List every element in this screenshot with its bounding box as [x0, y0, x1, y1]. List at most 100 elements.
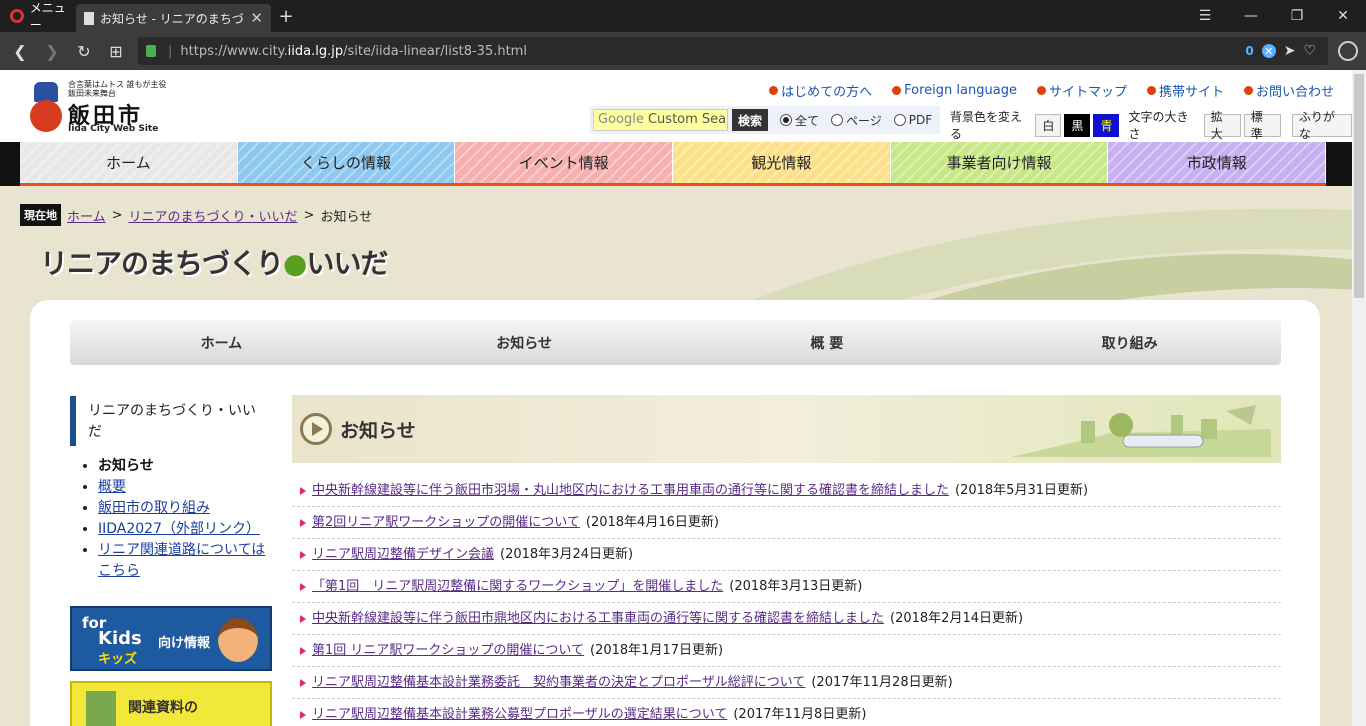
- tab-title: お知らせ - リニアのまちづくり・いいだ: [100, 11, 244, 26]
- news-list: 中央新幹線建設等に伴う飯田市羽場・丸山地区内における工事用車両の通行等に関する確…: [292, 475, 1281, 726]
- opera-menu-button[interactable]: メニュー: [0, 0, 76, 32]
- heart-icon[interactable]: ♡: [1303, 43, 1316, 59]
- adblock-icon[interactable]: ✕: [1261, 44, 1276, 58]
- sidebar-item-iida2027[interactable]: IIDA2027（外部リンク）: [98, 519, 272, 540]
- close-window-icon[interactable]: ✕: [1320, 0, 1366, 32]
- arrow-dot-icon: [1243, 86, 1253, 95]
- breadcrumb-home[interactable]: ホーム: [67, 206, 106, 225]
- logo-english: Iida City Web Site: [68, 124, 159, 134]
- city-logo[interactable]: 合言葉はムトス 誰もが主役 飯田未来舞台 飯田市 Iida City Web S…: [22, 78, 167, 138]
- news-item: リニア駅周辺整備デザイン会議 (2018年3月24日更新): [292, 539, 1281, 571]
- search-input[interactable]: Google Custom Search: [593, 109, 728, 131]
- linear-train-illustration: [1011, 405, 1271, 457]
- news-item: 第2回リニア駅ワークショップの開催について (2018年4月16日更新): [292, 507, 1281, 539]
- breadcrumb: 現在地 ホーム > リニアのまちづくり・いいだ > お知らせ: [20, 204, 372, 226]
- tab-menu-icon[interactable]: ☰: [1182, 0, 1228, 32]
- news-date: (2018年3月13日更新): [729, 579, 863, 594]
- scrollbar-thumb[interactable]: [1354, 74, 1364, 298]
- top-link-contact[interactable]: お問い合わせ: [1243, 81, 1334, 100]
- sub-nav-news[interactable]: お知らせ: [373, 320, 676, 365]
- main-content: お知らせ 中央新幹線建設等に伴う飯田市羽場・丸山地区内における工事用車両の通行等…: [292, 395, 1281, 726]
- news-link[interactable]: リニア駅周辺整備基本設計業務委託 契約事業者の決定とプロポーザル総評について: [312, 675, 805, 690]
- nav-edge-right: [1326, 142, 1352, 186]
- top-links: はじめての方へ Foreign language サイトマップ 携帯サイト お問…: [769, 81, 1334, 100]
- top-link-beginners[interactable]: はじめての方へ: [769, 81, 872, 100]
- search-button[interactable]: 検索: [732, 109, 769, 131]
- close-tab-icon[interactable]: ✕: [250, 9, 263, 27]
- account-icon[interactable]: [1338, 41, 1358, 61]
- news-item: 中央新幹線建設等に伴う飯田市鼎地区内における工事車両の通行等に関する確認書を締結…: [292, 603, 1281, 635]
- site-header: 合言葉はムトス 誰もが主役 飯田未来舞台 飯田市 Iida City Web S…: [0, 70, 1352, 142]
- news-link[interactable]: リニア駅周辺整備デザイン会議: [312, 547, 494, 562]
- sub-nav-initiatives[interactable]: 取り組み: [978, 320, 1281, 365]
- news-item: リニア駅周辺整備基本設計業務公募型プロポーザルの選定結果について (2017年11…: [292, 699, 1281, 726]
- sidebar-item-roads[interactable]: リニア関連道路についてはこちら: [98, 540, 272, 582]
- sidebar-item-overview[interactable]: 概要: [98, 477, 272, 498]
- main-nav-events[interactable]: イベント情報: [455, 142, 674, 183]
- main-nav: ホーム くらしの情報 イベント情報 観光情報 事業者向け情報 市政情報: [20, 142, 1327, 186]
- sidebar-item-initiatives[interactable]: 飯田市の取り組み: [98, 498, 272, 519]
- forward-icon[interactable]: ❯: [36, 32, 68, 70]
- page-scrollbar[interactable]: [1352, 70, 1366, 726]
- furigana-button[interactable]: ふりがな: [1291, 110, 1352, 141]
- main-nav-tourism[interactable]: 観光情報: [673, 142, 891, 183]
- font-larger-button[interactable]: 拡大: [1203, 110, 1241, 141]
- new-tab-button[interactable]: +: [271, 0, 301, 32]
- restore-icon[interactable]: ❐: [1274, 0, 1320, 32]
- sidebar-list: お知らせ 概要 飯田市の取り組み IIDA2027（外部リンク） リニア関連道路…: [98, 456, 272, 582]
- radio-pdf[interactable]: PDF: [893, 113, 932, 127]
- url-field[interactable]: | https://www.city. iida.lg.jp/site/iida-…: [138, 37, 1328, 65]
- site-title[interactable]: リニアのまちづくり●いいだ: [40, 242, 388, 282]
- breadcrumb-linear[interactable]: リニアのまちづくり・いいだ: [129, 206, 298, 225]
- minimize-icon[interactable]: —: [1228, 0, 1274, 32]
- main-nav-business[interactable]: 事業者向け情報: [890, 142, 1109, 183]
- news-link[interactable]: 中央新幹線建設等に伴う飯田市鼎地区内における工事車両の通行等に関する確認書を締結…: [312, 611, 884, 626]
- news-date: (2017年11月28日更新): [811, 675, 953, 690]
- main-nav-living[interactable]: くらしの情報: [237, 142, 456, 183]
- accessibility-tools: 背景色を変える 白 黒 青 文字の大きさ 拡大 標準 ふりがな: [950, 108, 1352, 142]
- news-link[interactable]: リニア駅周辺整備基本設計業務公募型プロポーザルの選定結果について: [312, 707, 727, 722]
- kid-face-icon: [218, 618, 258, 662]
- font-standard-button[interactable]: 標準: [1243, 110, 1281, 141]
- send-icon[interactable]: ➤: [1284, 43, 1296, 59]
- top-link-mobile[interactable]: 携帯サイト: [1146, 81, 1224, 100]
- page-viewport: 合言葉はムトス 誰もが主役 飯田未来舞台 飯田市 Iida City Web S…: [0, 70, 1352, 726]
- reload-icon[interactable]: ↻: [68, 32, 100, 70]
- top-link-foreign[interactable]: Foreign language: [892, 81, 1017, 100]
- nav-edge-left: [0, 142, 20, 186]
- radio-all[interactable]: 全て: [780, 112, 819, 129]
- sidebar-item-news: お知らせ: [98, 456, 272, 477]
- main-nav-cityhall[interactable]: 市政情報: [1108, 142, 1327, 183]
- news-link[interactable]: 第2回リニア駅ワークショップの開催について: [312, 515, 580, 530]
- bg-white-button[interactable]: 白: [1035, 113, 1062, 137]
- bg-black-button[interactable]: 黒: [1064, 113, 1091, 137]
- arrow-dot-icon: [769, 86, 779, 95]
- opera-logo-icon: [10, 9, 24, 23]
- font-size-label: 文字の大きさ: [1128, 110, 1189, 141]
- related-docs-banner[interactable]: 関連資料の: [70, 681, 272, 726]
- play-circle-icon: [300, 413, 332, 445]
- speed-dial-icon[interactable]: ⊞: [100, 32, 132, 70]
- browser-tab[interactable]: お知らせ - リニアのまちづくり・いいだ ✕: [76, 4, 271, 32]
- main-nav-home[interactable]: ホーム: [20, 142, 238, 183]
- news-link[interactable]: 「第1回 リニア駅周辺整備に関するワークショップ」を開催しました: [312, 579, 723, 594]
- news-date: (2018年5月31日更新): [955, 483, 1089, 498]
- browser-toolbar: ❮ ❯ ↻ ⊞ | https://www.city. iida.lg.jp/si…: [0, 32, 1366, 70]
- document-icon: [86, 691, 116, 726]
- browser-tabbar: メニュー お知らせ - リニアのまちづくり・いいだ ✕ + ☰ — ❐ ✕: [0, 0, 1366, 32]
- news-date: (2018年4月16日更新): [585, 515, 719, 530]
- top-link-sitemap[interactable]: サイトマップ: [1036, 81, 1127, 100]
- news-link[interactable]: 中央新幹線建設等に伴う飯田市羽場・丸山地区内における工事用車両の通行等に関する確…: [312, 483, 949, 498]
- news-link[interactable]: 第1回 リニア駅ワークショップの開催について: [312, 643, 584, 658]
- sub-nav: ホーム お知らせ 概 要 取り組み: [70, 320, 1281, 365]
- sub-nav-home[interactable]: ホーム: [70, 320, 373, 365]
- bg-color-label: 背景色を変える: [950, 110, 1023, 141]
- radio-page[interactable]: ページ: [831, 112, 882, 129]
- sub-nav-overview[interactable]: 概 要: [676, 320, 979, 365]
- section-header: お知らせ: [292, 395, 1281, 463]
- document-icon: [84, 11, 94, 25]
- bg-blue-button[interactable]: 青: [1093, 113, 1120, 137]
- arrow-dot-icon: [1036, 86, 1046, 95]
- kids-banner[interactable]: for Kids キッズ 向け情報: [70, 606, 272, 671]
- back-icon[interactable]: ❮: [4, 32, 36, 70]
